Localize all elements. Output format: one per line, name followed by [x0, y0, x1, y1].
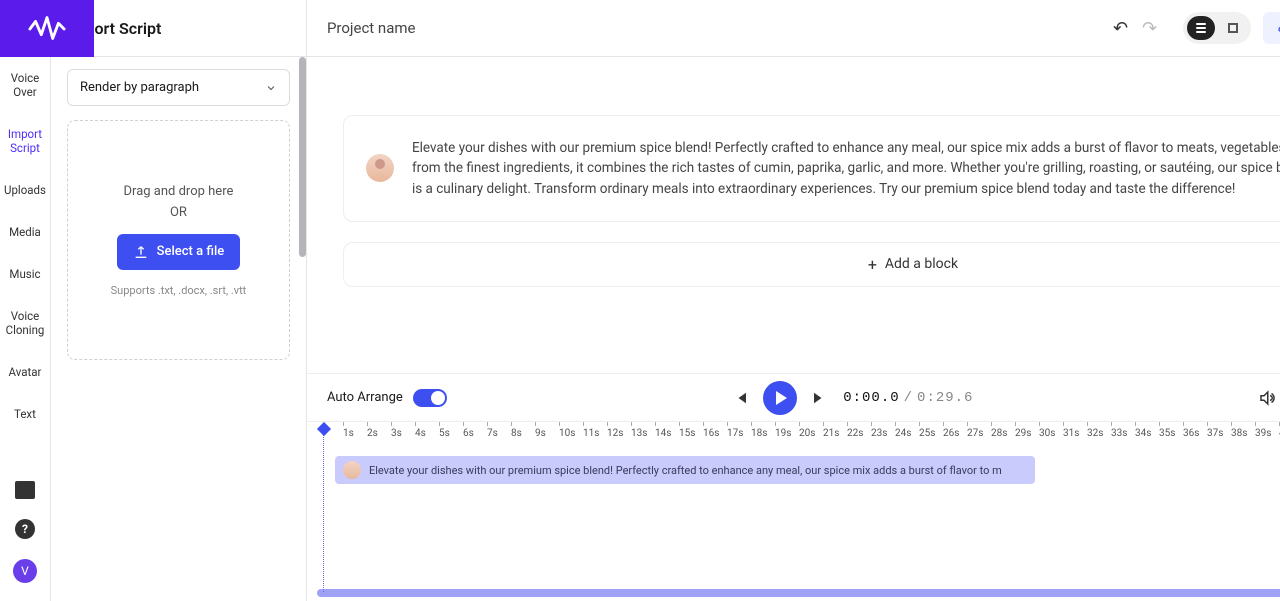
ruler-tick: 20s	[799, 428, 823, 439]
skip-forward-icon[interactable]	[811, 389, 829, 407]
chevron-down-icon	[265, 82, 277, 94]
file-dropzone[interactable]: Drag and drop here OR Select a file Supp…	[67, 120, 290, 360]
share-button[interactable]: Share	[1263, 12, 1280, 44]
ruler-tick: 18s	[751, 428, 775, 439]
ruler-tick: 38s	[1231, 428, 1255, 439]
sidebar-item-uploads[interactable]: Uploads	[0, 169, 50, 211]
user-avatar[interactable]: V	[13, 559, 37, 583]
ruler-tick: 11s	[583, 428, 607, 439]
dropzone-msg: Drag and drop here	[124, 184, 234, 199]
timeline[interactable]: 0s1s2s3s4s5s6s7s8s9s10s11s12s13s14s15s16…	[307, 421, 1280, 601]
ruler-tick: 36s	[1183, 428, 1207, 439]
sidebar-item-music[interactable]: Music	[0, 253, 50, 295]
help-icon[interactable]: ?	[15, 519, 35, 539]
dropdown-label: Render by paragraph	[80, 80, 199, 95]
ruler-tick: 23s	[871, 428, 895, 439]
topbar: Import Script Project name ↶ ↷ Share	[51, 0, 1280, 57]
ruler-tick: 7s	[487, 428, 511, 439]
duration: 0:29.6	[917, 390, 973, 406]
ruler-tick: 32s	[1087, 428, 1111, 439]
view-mode-toggle[interactable]	[1183, 12, 1251, 44]
ruler-tick: 9s	[535, 428, 559, 439]
ruler-tick: 1s	[343, 428, 367, 439]
dropzone-or: OR	[170, 205, 187, 220]
render-mode-dropdown[interactable]: Render by paragraph	[67, 69, 290, 106]
auto-arrange-toggle[interactable]	[413, 389, 447, 407]
ruler-tick: 10s	[559, 428, 583, 439]
clip-avatar	[343, 461, 361, 479]
ruler-tick: 22s	[847, 428, 871, 439]
ruler-tick: 33s	[1111, 428, 1135, 439]
sidebar-item-media[interactable]: Media	[0, 211, 50, 253]
add-block-label: Add a block	[885, 256, 958, 272]
ruler-tick: 6s	[463, 428, 487, 439]
ruler-tick: 19s	[775, 428, 799, 439]
timeline-controls: Auto Arrange 0:00.0/0:29.6	[307, 373, 1280, 421]
playhead-line	[323, 432, 324, 592]
ruler-tick: 15s	[679, 428, 703, 439]
ruler-tick: 26s	[943, 428, 967, 439]
clip-text: Elevate your dishes with our premium spi…	[369, 464, 1002, 477]
ruler-tick: 8s	[511, 428, 535, 439]
ruler-tick: 14s	[655, 428, 679, 439]
script-block[interactable]: Elevate your dishes with our premium spi…	[343, 115, 1280, 222]
undo-icon[interactable]: ↶	[1113, 18, 1128, 39]
ruler-tick: 5s	[439, 428, 463, 439]
supported-formats: Supports .txt, .docx, .srt, .vtt	[111, 284, 247, 297]
ruler-tick: 12s	[607, 428, 631, 439]
import-panel: Render by paragraph Drag and drop here O…	[51, 57, 307, 601]
time-ruler[interactable]: 0s1s2s3s4s5s6s7s8s9s10s11s12s13s14s15s16…	[307, 422, 1280, 445]
ruler-tick: 37s	[1207, 428, 1231, 439]
timeline-scrollbar[interactable]	[317, 589, 1280, 597]
waveform-logo-icon	[28, 10, 66, 48]
upload-icon	[133, 244, 149, 260]
sidebar: Voice Over Import Script Uploads Media M…	[0, 0, 51, 601]
time-display: 0:00.0/0:29.6	[843, 390, 973, 406]
ruler-tick: 4s	[415, 428, 439, 439]
ruler-tick: 28s	[991, 428, 1015, 439]
ruler-tick: 16s	[703, 428, 727, 439]
volume-control[interactable]: Volume	[1258, 389, 1280, 407]
sidebar-item-voice-cloning[interactable]: Voice Cloning	[0, 295, 50, 351]
select-file-button[interactable]: Select a file	[117, 234, 241, 270]
redo-icon: ↷	[1142, 18, 1157, 39]
ruler-tick: 30s	[1039, 428, 1063, 439]
ruler-tick: 34s	[1135, 428, 1159, 439]
ruler-tick: 24s	[895, 428, 919, 439]
list-mode-icon[interactable]	[1187, 16, 1215, 40]
scrollbar[interactable]	[299, 57, 306, 257]
add-block-button[interactable]: + Add a block	[343, 242, 1280, 287]
sidebar-item-import-script[interactable]: Import Script	[0, 113, 50, 169]
ruler-tick: 35s	[1159, 428, 1183, 439]
ruler-tick: 3s	[391, 428, 415, 439]
voice-avatar[interactable]	[366, 154, 394, 182]
sidebar-item-avatar[interactable]: Avatar	[0, 351, 50, 393]
ruler-tick: 2s	[367, 428, 391, 439]
skip-back-icon[interactable]	[731, 389, 749, 407]
auto-arrange-label: Auto Arrange	[327, 390, 403, 405]
ruler-tick: 17s	[727, 428, 751, 439]
canvas: Select All Elevate your dishes with our …	[307, 57, 1280, 601]
ruler-tick: 29s	[1015, 428, 1039, 439]
block-text[interactable]: Elevate your dishes with our premium spi…	[412, 138, 1280, 199]
current-time: 0:00.0	[843, 390, 899, 406]
ruler-tick: 31s	[1063, 428, 1087, 439]
ruler-tick: 27s	[967, 428, 991, 439]
ruler-tick: 21s	[823, 428, 847, 439]
grid-mode-icon[interactable]	[1219, 16, 1247, 40]
ruler-tick: 13s	[631, 428, 655, 439]
ruler-tick: 39s	[1255, 428, 1279, 439]
plus-icon: +	[868, 255, 877, 274]
ruler-tick: 25s	[919, 428, 943, 439]
select-file-label: Select a file	[157, 244, 225, 259]
sidebar-item-text[interactable]: Text	[0, 393, 50, 435]
project-name[interactable]: Project name	[327, 19, 416, 37]
logo[interactable]	[0, 0, 94, 57]
sidebar-item-voice-over[interactable]: Voice Over	[0, 57, 50, 113]
play-button[interactable]	[763, 381, 797, 415]
audio-clip[interactable]: Elevate your dishes with our premium spi…	[335, 456, 1035, 484]
select-all[interactable]: Select All	[343, 79, 1280, 97]
chat-icon[interactable]	[15, 481, 35, 499]
volume-icon	[1258, 389, 1276, 407]
